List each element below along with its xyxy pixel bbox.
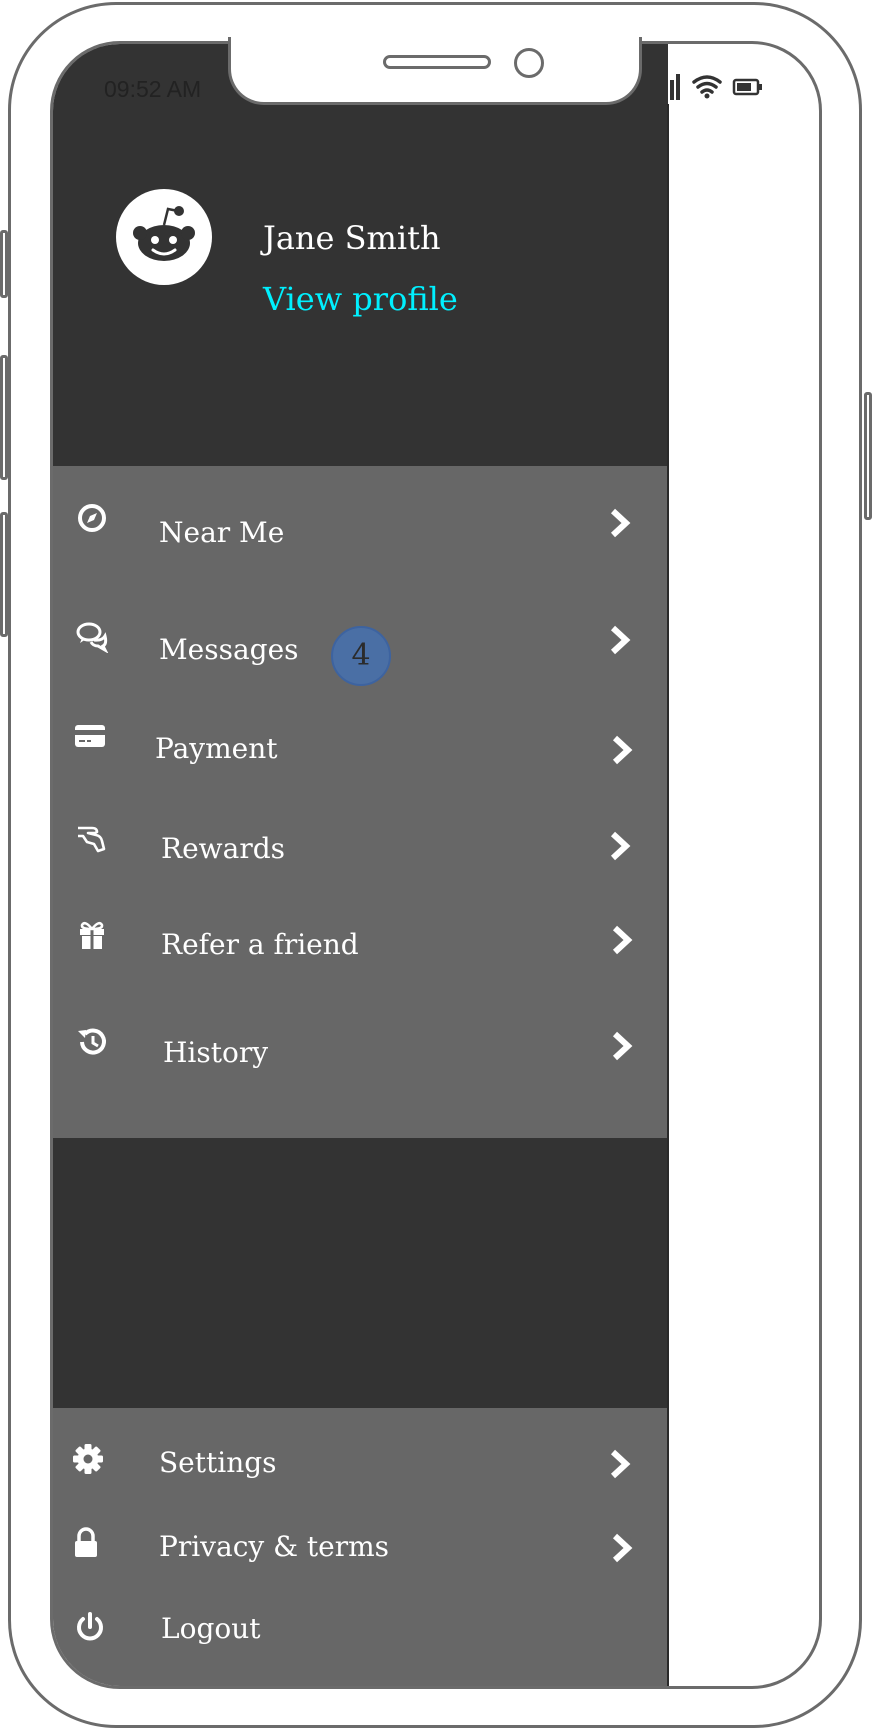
menu-item-label: Messages xyxy=(159,633,299,666)
menu-item-label: Settings xyxy=(159,1446,277,1479)
battery-icon xyxy=(732,78,762,96)
wifi-icon xyxy=(692,75,722,94)
menu-item-label: Privacy & terms xyxy=(159,1530,390,1563)
menu-item-label: Logout xyxy=(161,1612,261,1645)
menu-item-refer-a-friend[interactable]: Refer a friend xyxy=(53,908,668,998)
menu-item-label: Payment xyxy=(155,732,278,765)
volume-up-button xyxy=(0,355,8,480)
lock-icon xyxy=(75,1527,97,1557)
menu-item-payment[interactable]: Payment xyxy=(53,710,668,800)
chevron-right-icon xyxy=(610,625,631,655)
avatar[interactable] xyxy=(116,189,212,285)
chevron-right-icon xyxy=(610,1449,631,1479)
menu-item-history[interactable]: History xyxy=(53,1016,668,1106)
chevron-right-icon xyxy=(612,1031,633,1061)
menu-item-rewards[interactable]: Rewards xyxy=(53,810,668,900)
speaker xyxy=(383,55,491,69)
power-icon xyxy=(77,1612,103,1641)
menu-item-near-me[interactable]: Near Me xyxy=(53,492,668,582)
reddit-alien-icon xyxy=(133,206,195,261)
chevron-right-icon xyxy=(612,735,633,765)
history-icon xyxy=(78,1028,106,1055)
side-button xyxy=(0,230,8,298)
menu-item-privacy-terms[interactable]: Privacy & terms xyxy=(53,1508,668,1598)
menu-item-label: Refer a friend xyxy=(161,928,359,961)
compass-icon xyxy=(78,504,106,532)
credit-card-icon xyxy=(75,725,105,747)
menu-item-label: History xyxy=(163,1036,269,1069)
gift-icon xyxy=(80,921,104,949)
menu-item-label: Near Me xyxy=(159,516,285,549)
gear-icon xyxy=(73,1444,103,1474)
front-camera xyxy=(514,48,544,78)
chevron-right-icon xyxy=(610,831,631,861)
menu-item-settings[interactable]: Settings xyxy=(53,1424,668,1514)
hand-reward-icon xyxy=(78,826,106,853)
menu-item-logout[interactable]: Logout xyxy=(53,1590,668,1680)
chevron-right-icon xyxy=(612,925,633,955)
view-profile-link[interactable]: View profile xyxy=(263,280,458,318)
menu-item-label: Rewards xyxy=(161,832,285,865)
phone-screen: Jane Smith View profile Near Me Messages… xyxy=(50,41,822,1689)
drawer-header: Jane Smith View profile xyxy=(53,44,668,466)
messages-count-badge: 4 xyxy=(331,626,391,686)
signal-icon xyxy=(652,74,680,100)
drawer-spacer xyxy=(53,1138,668,1408)
status-time: 09:52 AM xyxy=(104,76,202,102)
volume-down-button xyxy=(0,512,8,637)
power-button xyxy=(864,392,872,520)
chevron-right-icon xyxy=(612,1533,633,1563)
phone-notch xyxy=(228,37,642,105)
status-icons xyxy=(652,74,762,100)
chevron-right-icon xyxy=(610,508,631,538)
user-name: Jane Smith xyxy=(263,219,441,257)
chat-bubbles-icon xyxy=(76,622,109,653)
